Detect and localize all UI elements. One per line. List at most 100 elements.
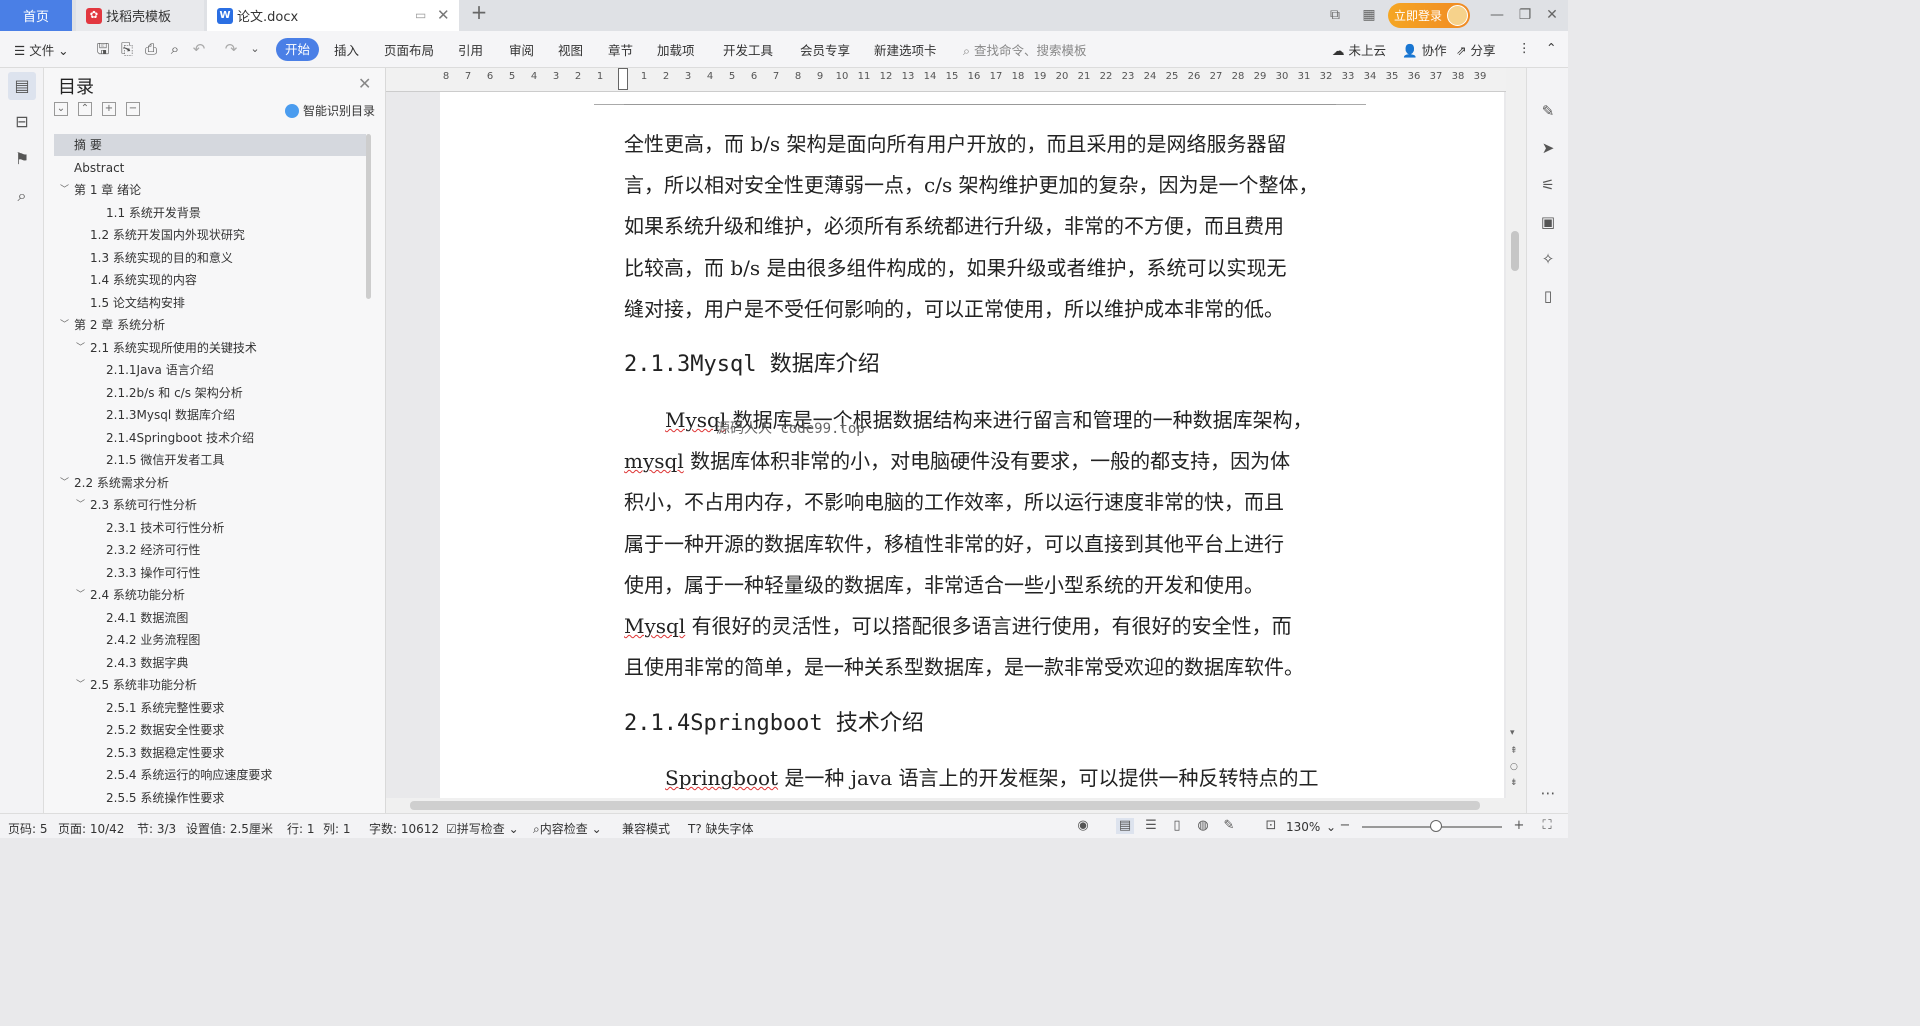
toc-item[interactable]: Abstract (54, 157, 366, 179)
toc-item[interactable]: ﹀ 第 1 章 绪论 (54, 179, 366, 201)
share-button[interactable]: ⇗ 分享 (1456, 40, 1495, 59)
restore-icon[interactable]: ❐ (1516, 7, 1534, 23)
expand-up-icon[interactable]: ⌃ (78, 102, 92, 116)
export-pdf-icon[interactable]: ⎘ (118, 40, 136, 58)
search-icon[interactable]: ⌕ (11, 185, 33, 207)
zoom-in-icon[interactable]: + (1510, 818, 1528, 834)
toc-item[interactable]: 2.4.1 数据流图 (54, 607, 366, 629)
browse-object-icon[interactable]: ○ (1510, 762, 1518, 772)
image-icon[interactable]: ▣ (1537, 211, 1559, 233)
zoom-out-icon[interactable]: − (1336, 818, 1354, 834)
adjust-icon[interactable]: ⚟ (1537, 174, 1559, 196)
indent-marker[interactable] (618, 68, 628, 90)
content-check-button[interactable]: ⌕内容检查 ⌄ (533, 820, 602, 837)
toc-item[interactable]: ﹀ 第 2 章 系统分析 (54, 314, 366, 336)
tab-references[interactable]: 引用 (458, 40, 483, 59)
toc-item[interactable]: 2.1.1Java 语言介绍 (54, 359, 366, 381)
cursor-icon[interactable]: ➤ (1537, 137, 1559, 159)
tab-insert[interactable]: 插入 (334, 40, 359, 59)
fullscreen-icon[interactable]: ⛶ (1538, 818, 1556, 834)
zoom-slider-handle[interactable] (1430, 820, 1442, 832)
tab-developer[interactable]: 开发工具 (723, 40, 773, 59)
tab-new-tab[interactable]: 新建选项卡 (874, 40, 937, 59)
scroll-thumb[interactable] (1511, 231, 1519, 271)
close-tab-icon[interactable]: ✕ (437, 6, 450, 24)
outline-view-icon[interactable]: ☰ (1142, 818, 1160, 834)
tab-addins[interactable]: 加载项 (657, 40, 695, 59)
close-window-icon[interactable]: ✕ (1543, 7, 1561, 23)
toc-item[interactable]: 1.5 论文结构安排 (54, 292, 366, 314)
page-number[interactable]: 页码: 5 (8, 820, 48, 837)
undo-icon[interactable]: ↶ (190, 40, 208, 58)
toc-item[interactable]: 2.3.3 操作可行性 (54, 562, 366, 584)
misspelled-word[interactable]: Springboot (665, 766, 778, 790)
chevron-down-icon[interactable]: ﹀ (60, 472, 69, 494)
minimize-icon[interactable]: — (1488, 7, 1506, 23)
bookmark-icon[interactable]: ⚑ (11, 148, 33, 170)
tab-view[interactable]: 视图 (558, 40, 583, 59)
next-page-icon[interactable]: ⇟ (1510, 778, 1518, 788)
read-view-icon[interactable]: ▯ (1168, 818, 1186, 834)
add-heading-icon[interactable]: + (102, 102, 116, 116)
toc-item[interactable]: 1.4 系统实现的内容 (54, 269, 366, 291)
zoom-level-chevron[interactable]: ⌄ (1326, 820, 1336, 834)
chevron-down-icon[interactable]: ﹀ (60, 179, 69, 201)
tab-page-layout[interactable]: 页面布局 (384, 40, 434, 59)
scroll-down-icon[interactable]: ▾ (1510, 728, 1515, 738)
print-icon[interactable]: ⎙ (142, 40, 160, 58)
toc-item[interactable]: 1.3 系统实现的目的和意义 (54, 247, 366, 269)
document-page[interactable]: 全性更高，而 b/s 架构是面向所有用户开放的，而且采用的是网络服务器留 言，所… (440, 92, 1504, 798)
redo-icon[interactable]: ↷ (222, 40, 240, 58)
horizontal-scrollbar[interactable] (386, 798, 1506, 813)
toc-item[interactable]: 2.5.5 系统操作性要求 (54, 787, 366, 809)
toc-item[interactable]: ﹀ 2.4 系统功能分析 (54, 584, 366, 606)
command-search[interactable]: ⌕ 查找命令、搜索模板 (963, 40, 1087, 59)
tab-member[interactable]: 会员专享 (800, 40, 850, 59)
fit-page-icon[interactable]: ⊡ (1262, 818, 1280, 834)
zoom-level[interactable]: 130% (1286, 820, 1320, 834)
web-view-icon[interactable]: ◍ (1194, 818, 1212, 834)
toc-item[interactable]: 2.5.1 系统完整性要求 (54, 697, 366, 719)
misspelled-word[interactable]: mysql (624, 449, 684, 473)
grid-apps-icon[interactable]: ▦ (1360, 7, 1378, 23)
print-preview-icon[interactable]: ⌕ (166, 40, 184, 58)
tab-start[interactable]: 开始 (276, 38, 319, 61)
tab-home[interactable]: 首页 (0, 0, 72, 31)
chevron-down-icon[interactable]: ﹀ (76, 494, 85, 516)
toc-item[interactable]: ﹀ 2.5 系统非功能分析 (54, 674, 366, 696)
page-count[interactable]: 页面: 10/42 (58, 820, 124, 837)
scroll-thumb[interactable] (410, 801, 1480, 810)
prev-page-icon[interactable]: ⇞ (1510, 746, 1518, 756)
toc-item[interactable]: 2.1.2b/s 和 c/s 架构分析 (54, 382, 366, 404)
spell-check-button[interactable]: ☑拼写检查 ⌄ (446, 820, 519, 837)
chevron-down-icon[interactable]: ﹀ (60, 314, 69, 336)
toc-item[interactable]: 2.3.1 技术可行性分析 (54, 517, 366, 539)
missing-font-button[interactable]: T? 缺失字体 (688, 820, 754, 837)
word-count[interactable]: 字数: 10612 (369, 820, 439, 837)
toc-item[interactable]: 2.4.3 数据字典 (54, 652, 366, 674)
toc-item[interactable]: ﹀ 2.2 系统需求分析 (54, 472, 366, 494)
setting-value[interactable]: 设置值: 2.5厘米 (186, 820, 273, 837)
toc-item[interactable]: ﹀ 2.3 系统可行性分析 (54, 494, 366, 516)
file-menu[interactable]: ☰ 文件 ⌄ (14, 40, 69, 59)
cloud-status[interactable]: ☁ 未上云 (1332, 40, 1386, 59)
new-tab-icon[interactable]: + (470, 2, 488, 22)
toc-item[interactable]: 2.1.4Springboot 技术介绍 (54, 427, 366, 449)
collapse-ribbon-icon[interactable]: ⌃ (1546, 40, 1556, 55)
section-count[interactable]: 节: 3/3 (137, 820, 176, 837)
page-view-icon[interactable]: ▤ (1116, 818, 1134, 834)
tab-review[interactable]: 审阅 (509, 40, 534, 59)
save-icon[interactable]: 🖫 (94, 40, 112, 58)
smart-toc-button[interactable]: 智能识别目录 (285, 102, 375, 119)
ai-icon[interactable]: ✧ (1537, 248, 1559, 270)
toc-item[interactable]: 摘 要 (54, 134, 366, 156)
chevron-down-icon[interactable]: ﹀ (76, 337, 85, 359)
remove-heading-icon[interactable]: − (126, 102, 140, 116)
misspelled-word[interactable]: Mysql (624, 614, 685, 638)
write-view-icon[interactable]: ✎ (1220, 818, 1238, 834)
toc-item[interactable]: 1.2 系统开发国内外现状研究 (54, 224, 366, 246)
toc-item[interactable]: 2.5.3 数据稳定性要求 (54, 742, 366, 764)
tab-chapter[interactable]: 章节 (608, 40, 633, 59)
collapse-all-icon[interactable]: ⌄ (54, 102, 68, 116)
reading-icon[interactable]: ▯ (1537, 285, 1559, 307)
